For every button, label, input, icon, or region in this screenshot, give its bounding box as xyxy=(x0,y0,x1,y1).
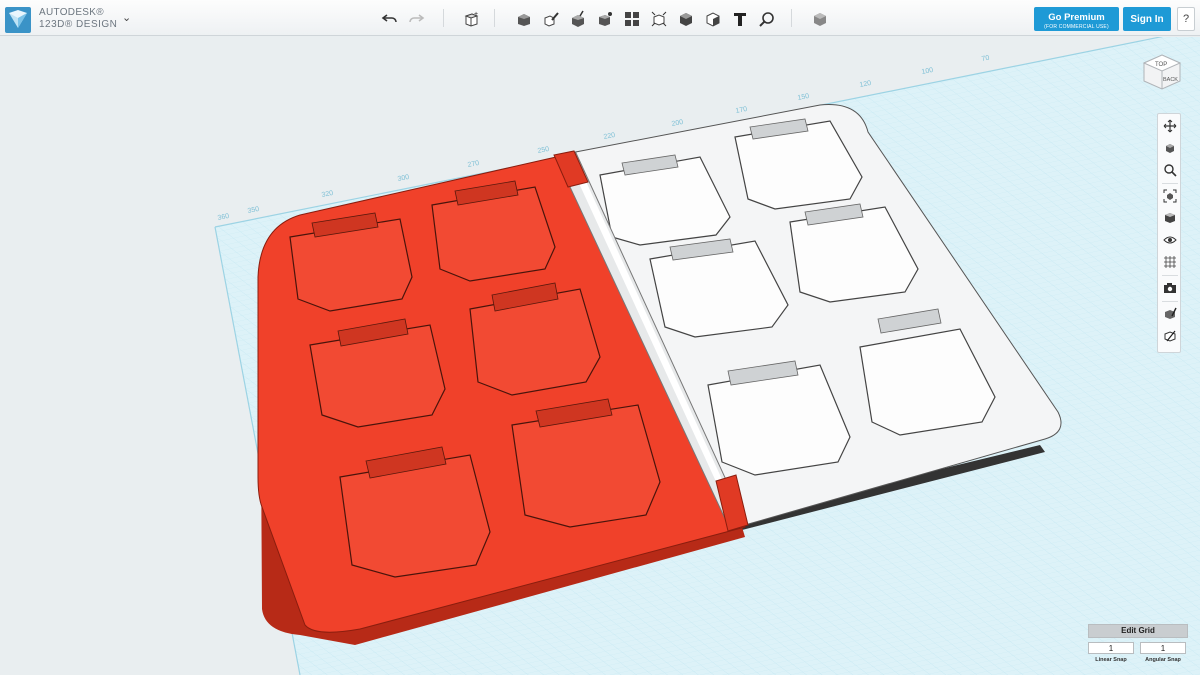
ruler-label: 200 xyxy=(671,119,684,128)
toolbar-divider xyxy=(1162,275,1178,276)
ruler-label: 320 xyxy=(321,190,334,199)
viewcube[interactable]: TOP BACK xyxy=(1140,49,1184,93)
grid-toggle-icon[interactable] xyxy=(1161,253,1179,271)
brand-line2: 123D® DESIGN xyxy=(39,19,118,30)
app-logo-icon xyxy=(5,7,31,33)
toolbar-divider xyxy=(791,9,792,27)
toolbar-divider xyxy=(1162,183,1178,184)
viewcube-back-label: BACK xyxy=(1163,77,1178,83)
eye-icon[interactable] xyxy=(1161,231,1179,249)
angular-snap-input[interactable] xyxy=(1140,642,1186,654)
pattern-icon[interactable] xyxy=(595,9,615,29)
toolbar-divider xyxy=(443,9,444,27)
ruler-label: 120 xyxy=(859,80,872,89)
ruler-label: 100 xyxy=(921,67,934,76)
fit-icon[interactable] xyxy=(1161,187,1179,205)
svg-text:+: + xyxy=(474,11,478,18)
ruler-label: 270 xyxy=(467,160,480,169)
help-button[interactable]: ? xyxy=(1177,7,1195,31)
modify-icon[interactable] xyxy=(568,9,588,29)
camera-icon[interactable] xyxy=(1161,279,1179,297)
redo-icon[interactable] xyxy=(406,9,426,29)
measure-icon[interactable] xyxy=(676,9,696,29)
go-premium-label: Go Premium xyxy=(1048,11,1105,23)
angular-snap-label: Angular Snap xyxy=(1145,657,1181,663)
orbit-icon[interactable] xyxy=(1161,139,1179,157)
go-premium-button[interactable]: Go Premium (FOR COMMERCIAL USE) xyxy=(1034,7,1119,31)
3d-viewport[interactable]: 360 350 320 300 270 250 220 200 170 150 120 100 70 xyxy=(0,37,1200,675)
sketch-icon[interactable] xyxy=(514,9,534,29)
ruler-label: 300 xyxy=(397,174,410,183)
construct-icon[interactable] xyxy=(541,9,561,29)
combine-icon[interactable] xyxy=(649,9,669,29)
text-icon[interactable] xyxy=(730,9,750,29)
grouping-icon[interactable] xyxy=(622,9,642,29)
pan-icon[interactable] xyxy=(1161,117,1179,135)
ruler-label: 70 xyxy=(981,55,990,63)
edit-grid-button[interactable]: Edit Grid xyxy=(1088,624,1188,638)
toolbar-divider xyxy=(494,9,495,27)
snap-icon[interactable] xyxy=(757,9,777,29)
app-brand: AUTODESK® 123D® DESIGN xyxy=(39,8,117,30)
edit-grid-panel: Edit Grid Linear Snap Angular Snap xyxy=(1088,624,1188,672)
linear-snap-label: Linear Snap xyxy=(1095,657,1127,663)
sign-in-button[interactable]: Sign In xyxy=(1123,7,1171,31)
view-material-icon[interactable] xyxy=(810,9,830,29)
ruler-label: 350 xyxy=(247,206,260,215)
viewcube-top-label: TOP xyxy=(1155,62,1167,68)
undo-icon[interactable] xyxy=(380,9,400,29)
go-premium-sublabel: (FOR COMMERCIAL USE) xyxy=(1044,23,1109,30)
linear-snap-input[interactable] xyxy=(1088,642,1134,654)
view-icon[interactable] xyxy=(1161,209,1179,227)
top-toolbar: AUTODESK® 123D® DESIGN ⌄ + Go Premium (F… xyxy=(0,0,1200,36)
zoom-icon[interactable] xyxy=(1161,161,1179,179)
navigation-toolbar xyxy=(1157,113,1181,353)
outline-icon[interactable] xyxy=(1161,327,1179,345)
chevron-down-icon[interactable]: ⌄ xyxy=(122,11,131,24)
ruler-label: 170 xyxy=(735,106,748,115)
toolbar-divider xyxy=(1162,301,1178,302)
material-paint-icon[interactable] xyxy=(1161,305,1179,323)
material-icon[interactable] xyxy=(703,9,723,29)
ruler-label: 250 xyxy=(537,146,550,155)
ruler-label: 220 xyxy=(603,132,616,141)
brand-line1: AUTODESK® xyxy=(39,7,104,18)
primitives-icon[interactable]: + xyxy=(461,9,481,29)
scene-canvas[interactable]: 360 350 320 300 270 250 220 200 170 150 120 100 70 xyxy=(0,37,1200,675)
ruler-label: 150 xyxy=(797,93,810,102)
ruler-label: 360 xyxy=(217,213,230,222)
